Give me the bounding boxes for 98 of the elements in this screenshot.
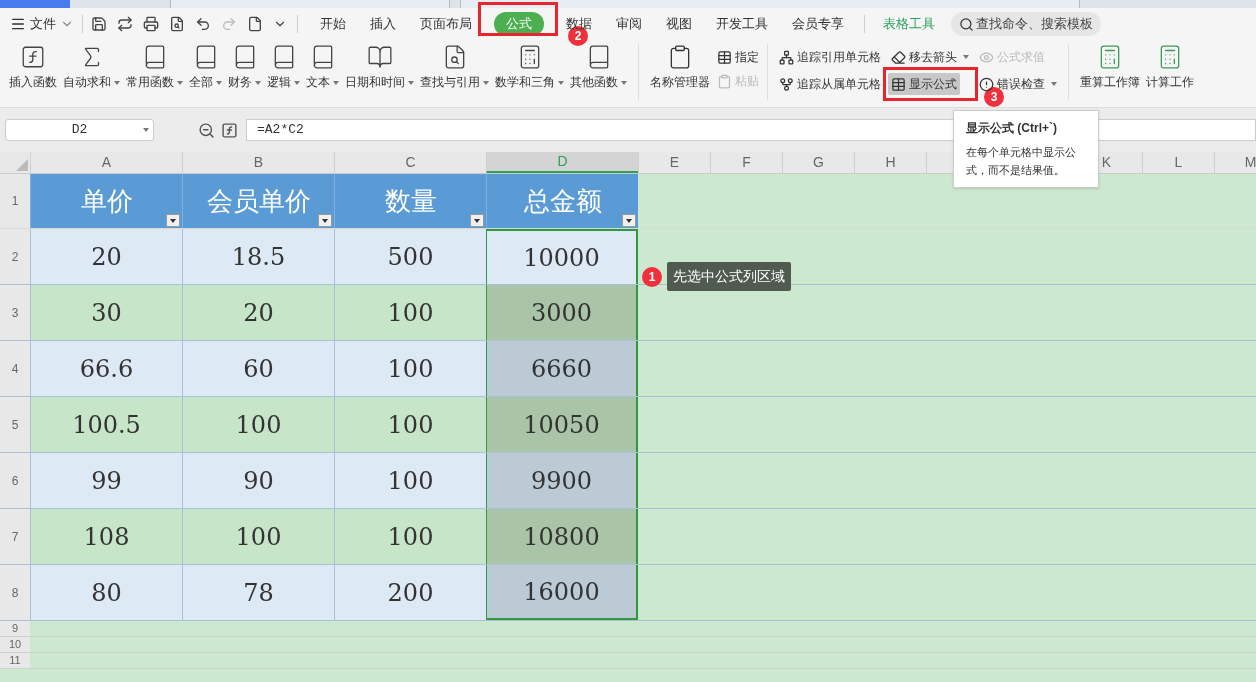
table-cell: 6660 [486, 341, 638, 396]
ribbon-button[interactable]: 显示公式 [888, 73, 960, 95]
column-header[interactable]: M [1214, 152, 1256, 173]
filter-button[interactable] [470, 214, 484, 227]
row-number: 7 [0, 509, 30, 564]
ribbon-button[interactable]: 名称管理器 [647, 44, 713, 91]
ribbon-button[interactable]: 逻辑 [264, 44, 303, 91]
row-number: 9 [0, 621, 30, 636]
table-cell: 100 [182, 397, 334, 452]
ribbon-tab[interactable]: 开始 [308, 12, 358, 36]
table-cell: 100 [334, 453, 486, 508]
ribbon-tab[interactable]: 插入 [358, 12, 408, 36]
file-menu[interactable]: 文件 [10, 14, 74, 34]
filter-button[interactable] [318, 214, 332, 227]
table-cell: 66.6 [30, 341, 182, 396]
ribbon-button[interactable]: 自动求和 [60, 44, 123, 91]
clipboard-icon [717, 73, 732, 89]
tooltip-title: 显示公式 (Ctrl+`) [966, 120, 1058, 137]
column-header[interactable]: H [854, 152, 926, 173]
table-header-cell: 单价 [30, 174, 182, 228]
ribbon-tab[interactable]: 开发工具 [704, 12, 780, 36]
table-cell: 30 [30, 285, 182, 340]
ribbon-button[interactable]: 插入函数 [6, 44, 60, 91]
table-cell: 80 [30, 565, 182, 620]
filter-button[interactable] [166, 214, 180, 227]
ribbon-button[interactable]: 数学和三角 [492, 44, 567, 91]
ribbon-button[interactable]: 计算工作 [1143, 44, 1197, 91]
table-cell: 200 [334, 565, 486, 620]
row-number: 11 [0, 653, 30, 668]
name-box[interactable]: D2 [5, 119, 154, 141]
preview-icon[interactable] [169, 16, 185, 32]
table-cell: 100.5 [30, 397, 182, 452]
row-number: 1 [0, 174, 30, 228]
table-cell: 16000 [486, 565, 638, 620]
ribbon-button[interactable]: 移去箭头 [888, 46, 972, 68]
table-cell: 100 [334, 397, 486, 452]
table-cell: 500 [334, 229, 486, 284]
column-header[interactable]: E [638, 152, 710, 173]
table-cell: 10800 [486, 509, 638, 564]
ribbon-tab[interactable]: 审阅 [604, 12, 654, 36]
table-header-cell: 总金额 [486, 174, 638, 228]
row-number: 4 [0, 341, 30, 396]
table-cell: 20 [30, 229, 182, 284]
table-cell: 100 [334, 341, 486, 396]
table-cell: 3000 [486, 285, 638, 340]
row-number: 10 [0, 637, 30, 652]
ribbon-button[interactable]: 指定 [717, 48, 759, 66]
menu-icon [10, 16, 26, 32]
ribbon-tab[interactable]: 页面布局 [408, 12, 484, 36]
callout: 先选中公式列区域 [667, 262, 791, 291]
save-icon[interactable] [91, 16, 107, 32]
table-icon [717, 49, 732, 65]
new-document-icon[interactable] [247, 16, 263, 32]
table-cell: 100 [334, 285, 486, 340]
table-header-cell: 会员单价 [182, 174, 334, 228]
ribbon-button[interactable]: 全部 [186, 44, 225, 91]
row-number: 5 [0, 397, 30, 452]
table-cell: 90 [182, 453, 334, 508]
caret-icon [143, 127, 149, 132]
table-cell: 108 [30, 509, 182, 564]
step-badge: 1 [642, 266, 662, 287]
print-icon[interactable] [143, 16, 159, 32]
filter-button[interactable] [622, 214, 636, 227]
ribbon-button[interactable]: 其他函数 [567, 44, 630, 91]
table-cell: 78 [182, 565, 334, 620]
table-header-cell: 数量 [334, 174, 486, 228]
table-cell: 10050 [486, 397, 638, 452]
row-number: 6 [0, 453, 30, 508]
table-cell: 100 [182, 509, 334, 564]
row-number: 3 [0, 285, 30, 340]
search-field[interactable]: 查找命令、搜索模板 [951, 12, 1101, 36]
row-number: 8 [0, 565, 30, 620]
table-cell: 9900 [486, 453, 638, 508]
table-cell: 100 [334, 509, 486, 564]
column-header[interactable]: L [1142, 152, 1214, 173]
ribbon-button[interactable]: 财务 [225, 44, 264, 91]
ribbon-button[interactable]: 文本 [303, 44, 342, 91]
ribbon-button[interactable]: 追踪从属单元格 [776, 73, 884, 95]
ribbon-button[interactable]: 日期和时间 [342, 44, 417, 91]
row-number: 2 [0, 229, 30, 284]
column-header[interactable]: F [710, 152, 782, 173]
column-header[interactable]: G [782, 152, 854, 173]
table-cell: 10000 [486, 229, 638, 284]
ribbon-button[interactable]: 追踪引用单元格 [776, 46, 884, 68]
column-header[interactable]: B [182, 152, 334, 173]
undo-icon[interactable] [195, 16, 211, 32]
table-cell: 20 [182, 285, 334, 340]
ribbon-button[interactable]: 重算工作簿 [1077, 44, 1143, 91]
search-icon [959, 16, 974, 32]
ribbon-button[interactable]: 常用函数 [123, 44, 186, 91]
table-cell: 99 [30, 453, 182, 508]
ribbon-tab[interactable]: 视图 [654, 12, 704, 36]
table-cell: 18.5 [182, 229, 334, 284]
zoom-icon[interactable] [198, 121, 215, 139]
ribbon-button[interactable]: 查找与引用 [417, 44, 492, 91]
ribbon-tab[interactable]: 会员专享 [780, 12, 856, 36]
column-header[interactable]: A [30, 152, 182, 173]
table-cell: 60 [182, 341, 334, 396]
